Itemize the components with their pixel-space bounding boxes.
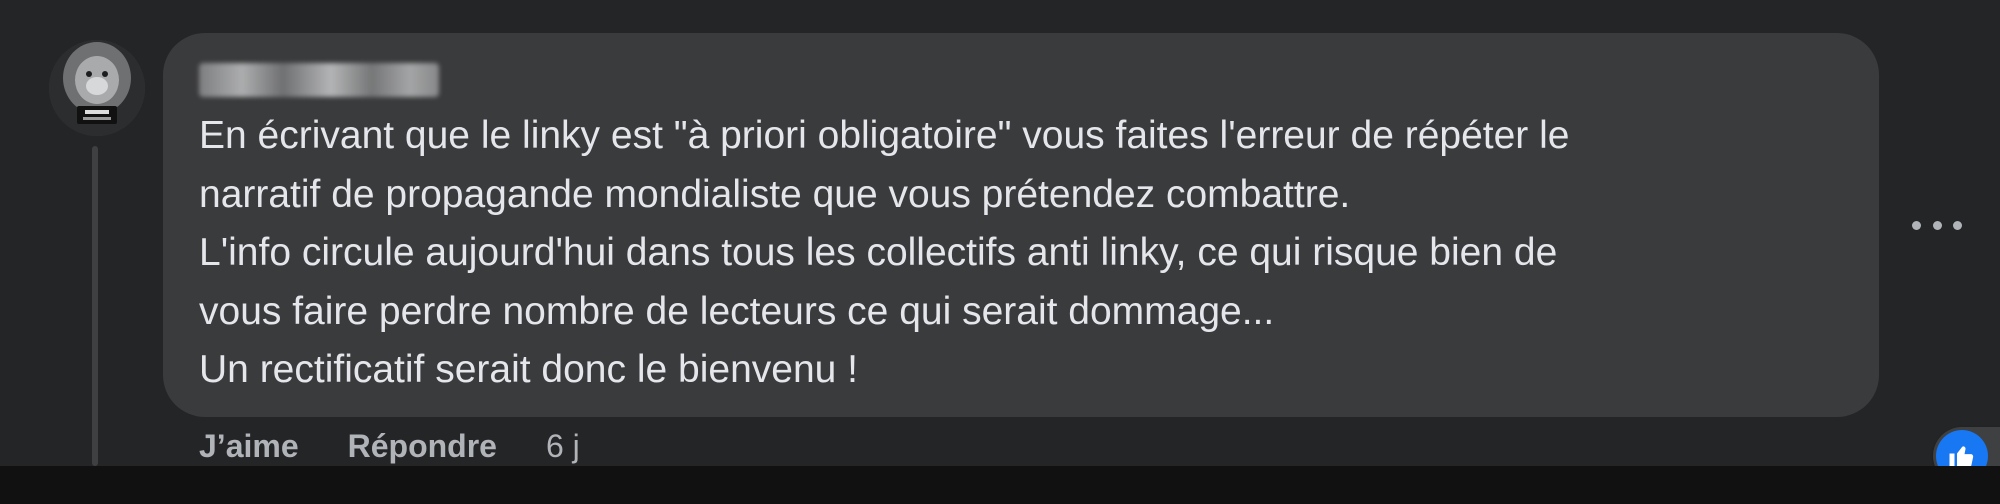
comment-card: En écrivant que le linky est "à priori o… xyxy=(0,0,2000,485)
reply-button[interactable]: Répondre xyxy=(348,428,497,465)
more-dot xyxy=(1932,220,1942,230)
reply-thread-line xyxy=(92,146,98,466)
comment-text: En écrivant que le linky est "à priori o… xyxy=(199,107,1859,400)
comment-bubble: En écrivant que le linky est "à priori o… xyxy=(163,33,2000,485)
more-options-icon[interactable] xyxy=(1912,210,1962,240)
timestamp[interactable]: 6 j xyxy=(546,428,580,465)
avatar[interactable] xyxy=(49,40,145,136)
comment-line: Un rectificatif serait donc le bienvenu … xyxy=(199,348,859,391)
lion-avatar-image xyxy=(49,40,145,136)
like-button[interactable]: J’aime xyxy=(199,428,299,465)
author-name-blurred[interactable] xyxy=(199,63,439,97)
more-dot xyxy=(1953,220,1962,230)
comment-line: narratif de propagande mondialiste que v… xyxy=(199,172,1351,216)
more-dot xyxy=(1912,220,1921,230)
comment-line: En écrivant que le linky est "à priori o… xyxy=(199,114,1570,157)
comment-actions: J’aime Répondre 6 j xyxy=(199,424,580,468)
comment-line: L'info circule aujourd'hui dans tous les… xyxy=(199,231,1558,274)
page-background xyxy=(0,466,2000,504)
comment-line: vous faire perdre nombre de lecteurs ce … xyxy=(199,289,1275,333)
